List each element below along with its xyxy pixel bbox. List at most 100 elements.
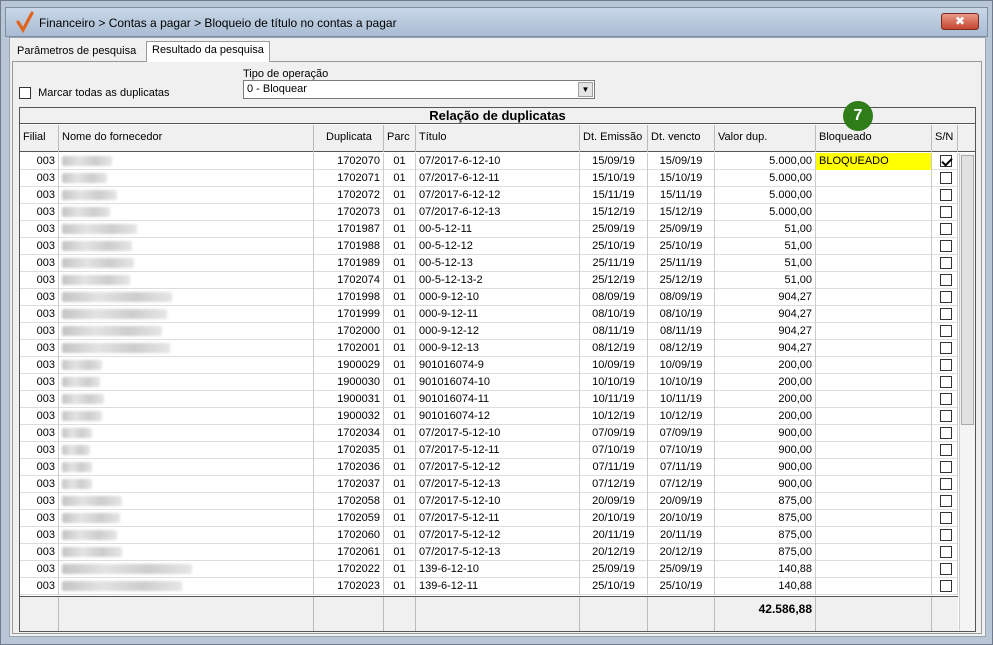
row-select-checkbox[interactable]	[940, 155, 952, 167]
operation-type-select[interactable]: 0 - Bloquear ▼	[243, 80, 595, 99]
table-row[interactable]: 003 1701989 01 00-5-12-13 25/11/19 25/11/19 51…	[20, 255, 958, 272]
table-row[interactable]: 003 1900032 01 901016074-12 10/12/19 10/12/19…	[20, 408, 958, 425]
table-row[interactable]: 003 1702035 01 07/2017-5-12-11 07/10/19 07/10…	[20, 442, 958, 459]
row-select-checkbox[interactable]	[940, 461, 952, 473]
row-select-checkbox[interactable]	[940, 308, 952, 320]
cell-sn[interactable]	[932, 221, 958, 238]
table-row[interactable]: 003 1702036 01 07/2017-5-12-12 07/11/19 07/11…	[20, 459, 958, 476]
table-row[interactable]: 003 1702059 01 07/2017-5-12-11 20/10/19 20/10…	[20, 510, 958, 527]
cell-sn[interactable]	[932, 238, 958, 255]
cell-sn[interactable]	[932, 442, 958, 459]
table-row[interactable]: 003 1701999 01 000-9-12-11 08/10/19 08/10/19 9…	[20, 306, 958, 323]
table-row[interactable]: 003 1701987 01 00-5-12-11 25/09/19 25/09/19 51…	[20, 221, 958, 238]
cell-sn[interactable]	[932, 340, 958, 357]
cell-sn[interactable]	[932, 153, 958, 170]
cell-sn[interactable]	[932, 170, 958, 187]
close-button[interactable]: ✖	[941, 13, 979, 30]
table-row[interactable]: 003 1702070 01 07/2017-6-12-10 15/09/19 15/09…	[20, 153, 958, 170]
col-header-titulo[interactable]: Título	[416, 125, 580, 152]
cell-due-date: 10/11/19	[648, 391, 715, 408]
col-header-supplier[interactable]: Nome do fornecedor	[59, 125, 314, 152]
vertical-scrollbar[interactable]	[959, 153, 975, 631]
table-row[interactable]: 003 1702037 01 07/2017-5-12-13 07/12/19 07/12…	[20, 476, 958, 493]
table-row[interactable]: 003 1702061 01 07/2017-5-12-13 20/12/19 20/12…	[20, 544, 958, 561]
row-select-checkbox[interactable]	[940, 393, 952, 405]
col-header-amount[interactable]: Valor dup.	[715, 125, 816, 152]
cell-sn[interactable]	[932, 323, 958, 340]
row-select-checkbox[interactable]	[940, 206, 952, 218]
table-row[interactable]: 003 1702060 01 07/2017-5-12-12 20/11/19 20/11…	[20, 527, 958, 544]
table-row[interactable]: 003 1900031 01 901016074-11 10/11/19 10/11/19…	[20, 391, 958, 408]
table-row[interactable]: 003 1702058 01 07/2017-5-12-10 20/09/19 20/09…	[20, 493, 958, 510]
col-header-sn[interactable]: S/N	[932, 125, 958, 152]
tab-search-results[interactable]: Resultado da pesquisa	[146, 41, 270, 62]
table-row[interactable]: 003 1701998 01 000-9-12-10 08/09/19 08/09/19 9…	[20, 289, 958, 306]
row-select-checkbox[interactable]	[940, 478, 952, 490]
cell-sn[interactable]	[932, 289, 958, 306]
row-select-checkbox[interactable]	[940, 495, 952, 507]
table-row[interactable]: 003 1900030 01 901016074-10 10/10/19 10/10/19…	[20, 374, 958, 391]
mark-all-checkbox[interactable]: Marcar todas as duplicatas	[19, 87, 170, 100]
row-select-checkbox[interactable]	[940, 444, 952, 456]
row-select-checkbox[interactable]	[940, 529, 952, 541]
row-select-checkbox[interactable]	[940, 410, 952, 422]
table-row[interactable]: 003 1702023 01 139-6-12-11 25/10/19 25/10/19 1…	[20, 578, 958, 595]
table-row[interactable]: 003 1702071 01 07/2017-6-12-11 15/10/19 15/10…	[20, 170, 958, 187]
col-header-due-date[interactable]: Dt. vencto	[648, 125, 715, 152]
cell-sn[interactable]	[932, 527, 958, 544]
row-select-checkbox[interactable]	[940, 325, 952, 337]
row-select-checkbox[interactable]	[940, 427, 952, 439]
col-header-parc[interactable]: Parc	[384, 125, 416, 152]
cell-sn[interactable]	[932, 187, 958, 204]
table-row[interactable]: 003 1702022 01 139-6-12-10 25/09/19 25/09/19 1…	[20, 561, 958, 578]
tab-search-parameters[interactable]: Parâmetros de pesquisa	[12, 43, 142, 61]
mark-all-checkbox-box[interactable]	[19, 87, 31, 100]
row-select-checkbox[interactable]	[940, 291, 952, 303]
table-row[interactable]: 003 1702074 01 00-5-12-13-2 25/12/19 25/12/19…	[20, 272, 958, 289]
row-select-checkbox[interactable]	[940, 257, 952, 269]
table-row[interactable]: 003 1702034 01 07/2017-5-12-10 07/09/19 07/09…	[20, 425, 958, 442]
title-bar[interactable]: Financeiro > Contas a pagar > Bloqueio d…	[5, 7, 988, 37]
col-header-blocked[interactable]: Bloqueado	[816, 125, 932, 152]
row-select-checkbox[interactable]	[940, 580, 952, 592]
cell-sn[interactable]	[932, 425, 958, 442]
cell-sn[interactable]	[932, 544, 958, 561]
row-select-checkbox[interactable]	[940, 512, 952, 524]
cell-sn[interactable]	[932, 374, 958, 391]
cell-sn[interactable]	[932, 578, 958, 595]
cell-sn[interactable]	[932, 510, 958, 527]
cell-sn[interactable]	[932, 476, 958, 493]
cell-sn[interactable]	[932, 306, 958, 323]
table-row[interactable]: 003 1702073 01 07/2017-6-12-13 15/12/19 15/12…	[20, 204, 958, 221]
row-select-checkbox[interactable]	[940, 240, 952, 252]
row-select-checkbox[interactable]	[940, 223, 952, 235]
row-select-checkbox[interactable]	[940, 546, 952, 558]
cell-sn[interactable]	[932, 357, 958, 374]
cell-sn[interactable]	[932, 561, 958, 578]
mark-all-label: Marcar todas as duplicatas	[38, 87, 170, 100]
cell-sn[interactable]	[932, 408, 958, 425]
cell-sn[interactable]	[932, 204, 958, 221]
row-select-checkbox[interactable]	[940, 563, 952, 575]
cell-sn[interactable]	[932, 272, 958, 289]
col-header-issue-date[interactable]: Dt. Emissão	[580, 125, 648, 152]
col-header-duplicata[interactable]: Duplicata	[314, 125, 384, 152]
table-row[interactable]: 003 1701988 01 00-5-12-12 25/10/19 25/10/19 51…	[20, 238, 958, 255]
cell-sn[interactable]	[932, 493, 958, 510]
cell-sn[interactable]	[932, 459, 958, 476]
chevron-down-icon[interactable]: ▼	[578, 82, 593, 97]
table-row[interactable]: 003 1900029 01 901016074-9 10/09/19 10/09/19 2…	[20, 357, 958, 374]
cell-sn[interactable]	[932, 255, 958, 272]
col-header-filial[interactable]: Filial	[20, 125, 59, 152]
scrollbar-thumb[interactable]	[961, 155, 974, 425]
row-select-checkbox[interactable]	[940, 359, 952, 371]
cell-sn[interactable]	[932, 391, 958, 408]
row-select-checkbox[interactable]	[940, 274, 952, 286]
table-row[interactable]: 003 1702072 01 07/2017-6-12-12 15/11/19 15/11…	[20, 187, 958, 204]
row-select-checkbox[interactable]	[940, 376, 952, 388]
row-select-checkbox[interactable]	[940, 172, 952, 184]
row-select-checkbox[interactable]	[940, 342, 952, 354]
table-row[interactable]: 003 1702001 01 000-9-12-13 08/12/19 08/12/19 9…	[20, 340, 958, 357]
table-row[interactable]: 003 1702000 01 000-9-12-12 08/11/19 08/11/19 9…	[20, 323, 958, 340]
row-select-checkbox[interactable]	[940, 189, 952, 201]
